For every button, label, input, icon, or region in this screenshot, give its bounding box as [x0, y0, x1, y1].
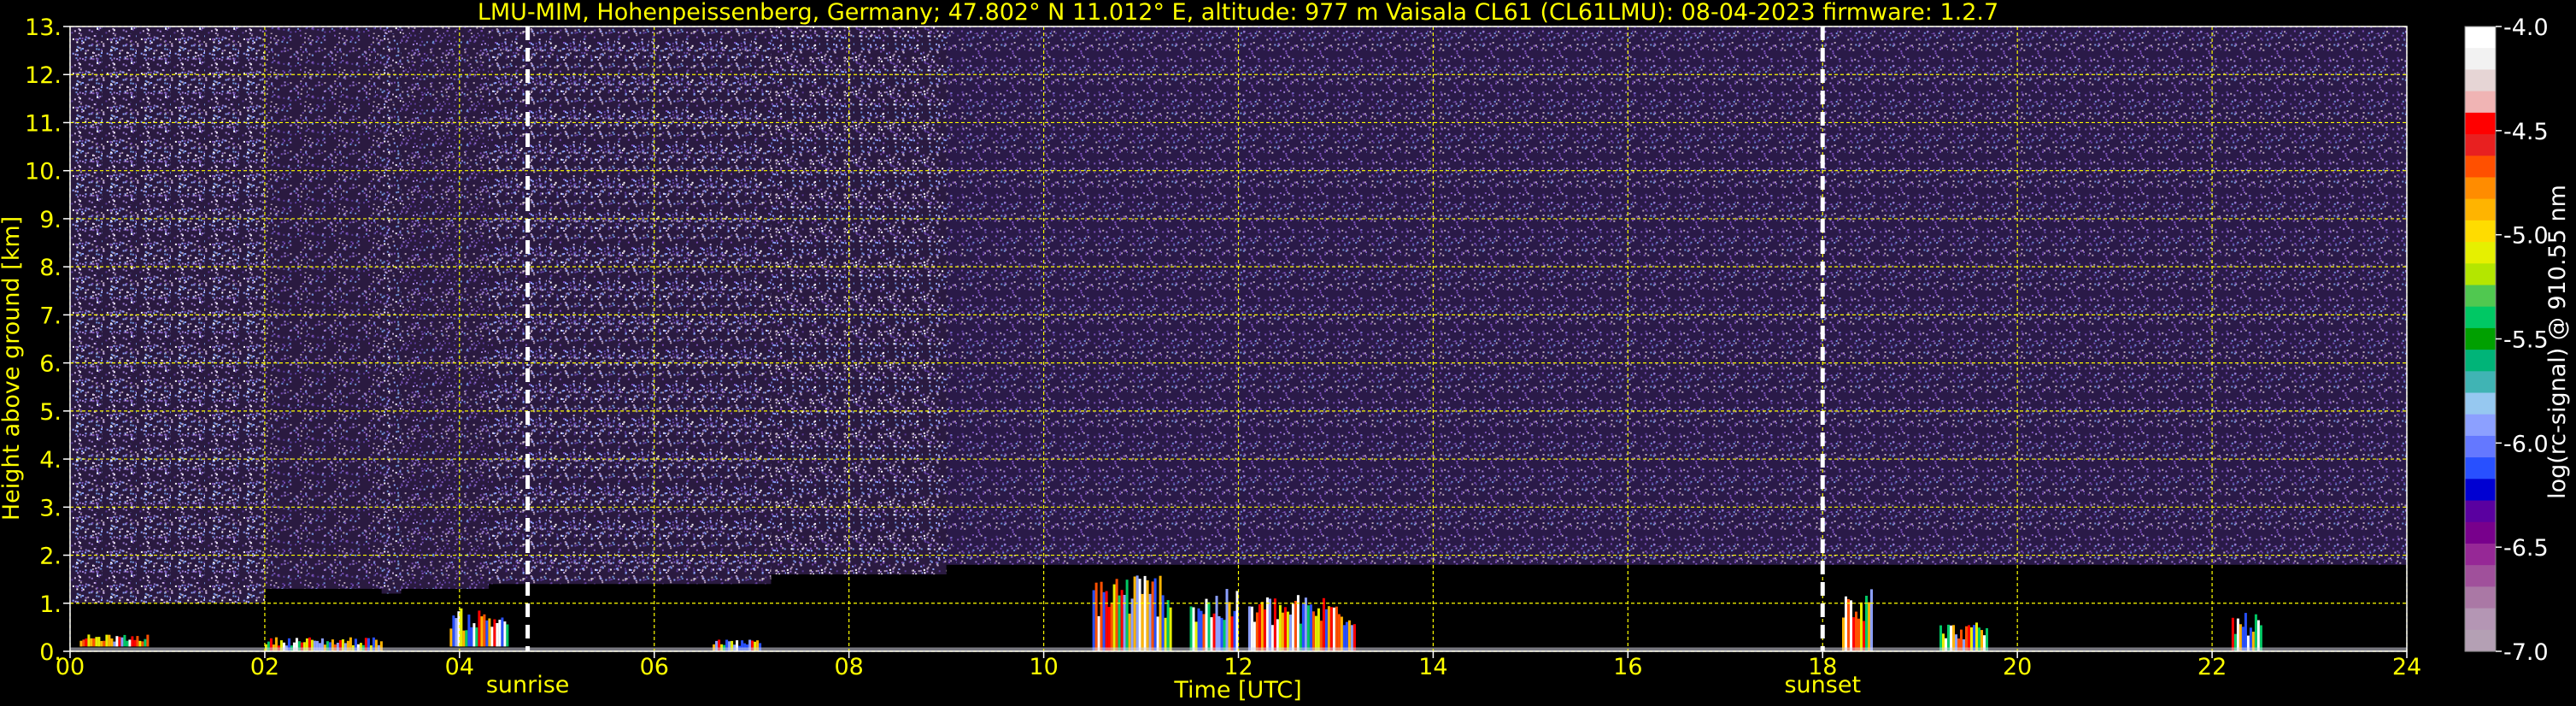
- colorbar-segment: [2465, 586, 2496, 609]
- colorbar-segment: [2465, 629, 2496, 652]
- colorbar-segment: [2465, 177, 2496, 200]
- x-tick-label: 08: [834, 654, 863, 680]
- colorbar-segment: [2465, 350, 2496, 372]
- colorbar-segment: [2465, 198, 2496, 221]
- colorbar-segment: [2465, 435, 2496, 458]
- x-tick-label: 22: [2198, 654, 2227, 680]
- colorbar-segment: [2465, 112, 2496, 135]
- x-tick-label: 24: [2392, 654, 2421, 680]
- y-tick-label: 1.: [39, 591, 62, 618]
- colorbar-segment: [2465, 521, 2496, 544]
- x-tick-label: 02: [250, 654, 279, 680]
- signal-noise-region: [264, 26, 382, 589]
- signal-noise-region: [771, 26, 947, 575]
- colorbar-segment: [2465, 500, 2496, 523]
- colorbar-segment: [2465, 48, 2496, 71]
- y-tick-label: 7.: [39, 303, 62, 329]
- colorbar-segment: [2465, 156, 2496, 179]
- signal-noise-region: [401, 26, 490, 589]
- colorbar-tick-label: -5.5: [2503, 327, 2549, 354]
- y-tick-label: 0.: [39, 639, 62, 666]
- colorbar-segment: [2465, 565, 2496, 587]
- colorbar-segment: [2465, 392, 2496, 415]
- y-tick-label: 12.: [25, 62, 62, 89]
- y-tick-label: 2.: [39, 544, 62, 570]
- colorbar-segment: [2465, 69, 2496, 92]
- colorbar-tick-label: -7.0: [2503, 639, 2549, 666]
- colorbar-label: log(rc-signal) @ 910.55 nm: [2544, 185, 2571, 499]
- colorbar-segment: [2465, 285, 2496, 308]
- signal-noise-region: [489, 26, 772, 585]
- y-tick-label: 3.: [39, 495, 62, 521]
- y-tick-label: 4.: [39, 447, 62, 474]
- colorbar-segment: [2465, 242, 2496, 264]
- x-tick-label: 10: [1029, 654, 1058, 680]
- y-tick-label: 5.: [39, 399, 62, 426]
- y-axis-label: Height above ground [km]: [0, 216, 25, 521]
- colorbar-tick-label: -4.5: [2503, 119, 2549, 145]
- y-tick-label: 6.: [39, 351, 62, 378]
- y-tick-label: 13.: [25, 15, 62, 41]
- x-axis-label: Time [UTC]: [1173, 677, 1301, 703]
- x-tick-label: 14: [1418, 654, 1447, 680]
- x-tick-label: 06: [640, 654, 669, 680]
- colorbar-tick-label: -4.0: [2503, 15, 2549, 41]
- y-tick-label: 11.: [25, 110, 62, 137]
- chart-title: LMU-MIM, Hohenpeissenberg, Germany; 47.8…: [478, 0, 1998, 26]
- colorbar-segment: [2465, 263, 2496, 286]
- colorbar-segment: [2465, 371, 2496, 394]
- y-tick-label: 9.: [39, 207, 62, 233]
- signal-noise-region: [381, 26, 402, 594]
- colorbar-tick-label: -6.0: [2503, 431, 2549, 457]
- colorbar-segment: [2465, 414, 2496, 437]
- signal-noise-region: [946, 26, 2407, 565]
- colorbar-segment: [2465, 479, 2496, 502]
- colorbar-segment: [2465, 457, 2496, 479]
- x-tick-label: 04: [445, 654, 474, 680]
- sunrise-label: sunrise: [486, 672, 570, 698]
- colorbar-tick-label: -5.0: [2503, 223, 2549, 250]
- x-tick-label: 18: [1808, 654, 1837, 680]
- x-tick-label: 20: [2003, 654, 2032, 680]
- colorbar-segment: [2465, 26, 2496, 49]
- colorbar-segment: [2465, 543, 2496, 566]
- colorbar-segment: [2465, 306, 2496, 329]
- colorbar-segment: [2465, 327, 2496, 350]
- y-tick-label: 10.: [25, 159, 62, 185]
- colorbar-segment: [2465, 134, 2496, 156]
- y-tick-label: 8.: [39, 255, 62, 281]
- colorbar-segment: [2465, 91, 2496, 114]
- colorbar-segment: [2465, 608, 2496, 631]
- x-tick-label: 16: [1613, 654, 1642, 680]
- ceilometer-chart: sunrise sunset 00 02 04 06 08 10 12 14 16 18 20 22 24…: [0, 0, 2576, 706]
- colorbar-tick-label: -6.5: [2503, 535, 2549, 562]
- colorbar-segment: [2465, 220, 2496, 243]
